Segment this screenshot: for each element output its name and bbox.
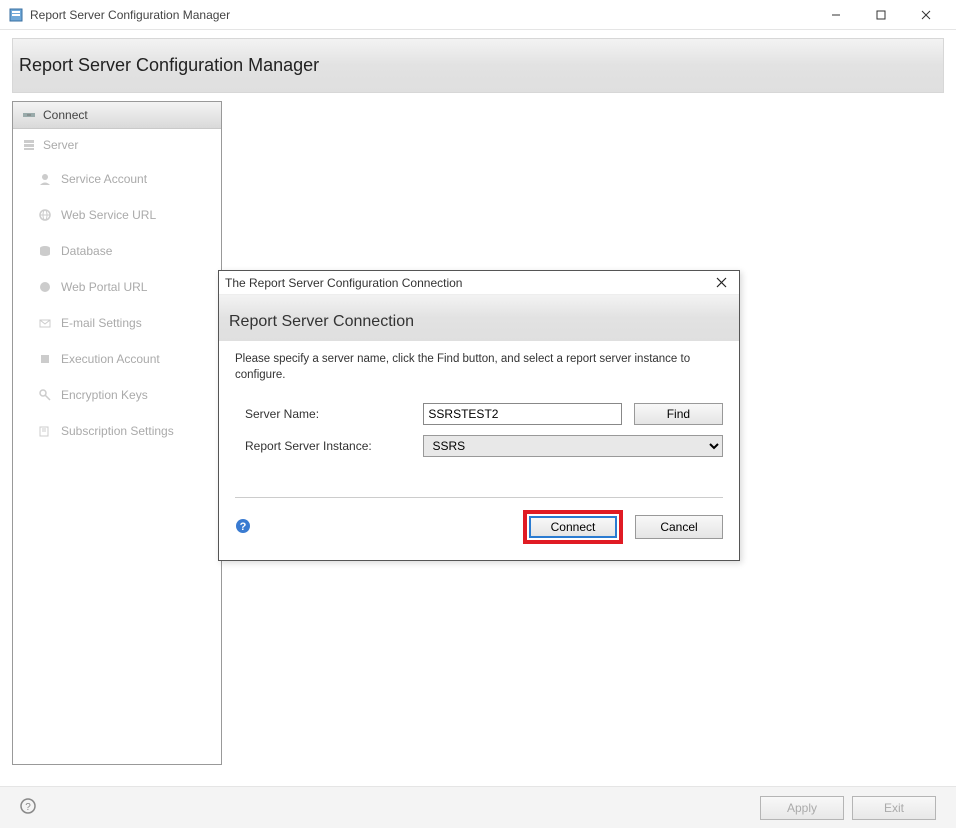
sidebar-item-web-service-url[interactable]: Web Service URL — [13, 197, 221, 233]
connect-highlight: Connect — [523, 510, 623, 544]
subscription-icon — [37, 423, 53, 439]
exit-button[interactable]: Exit — [852, 796, 936, 820]
sidebar-item-label: Service Account — [61, 172, 147, 186]
dialog-body: Please specify a server name, click the … — [219, 341, 739, 560]
sidebar-item-label: E-mail Settings — [61, 316, 142, 330]
connect-icon — [21, 107, 37, 123]
sidebar-item-label: Database — [61, 244, 112, 258]
close-button[interactable] — [903, 0, 948, 30]
connection-dialog: The Report Server Configuration Connecti… — [218, 270, 740, 561]
dialog-close-button[interactable] — [709, 273, 733, 293]
minimize-button[interactable] — [813, 0, 858, 30]
instance-select[interactable]: SSRS — [423, 435, 723, 457]
dialog-title: The Report Server Configuration Connecti… — [225, 276, 709, 290]
database-icon — [37, 243, 53, 259]
key-icon — [37, 387, 53, 403]
apply-button[interactable]: Apply — [760, 796, 844, 820]
app-icon — [8, 7, 24, 23]
dialog-actions: ? Connect Cancel — [235, 510, 723, 544]
instance-row: Report Server Instance: SSRS — [235, 435, 723, 457]
maximize-button[interactable] — [858, 0, 903, 30]
svg-text:?: ? — [25, 802, 31, 813]
sidebar-item-label: Web Service URL — [61, 208, 156, 222]
sidebar-item-web-portal-url[interactable]: Web Portal URL — [13, 269, 221, 305]
server-icon — [21, 137, 37, 153]
server-name-row: Server Name: Find — [235, 403, 723, 425]
dialog-instruction: Please specify a server name, click the … — [235, 351, 723, 383]
sidebar-item-subscription-settings[interactable]: Subscription Settings — [13, 413, 221, 449]
sidebar-item-label: Subscription Settings — [61, 424, 174, 438]
page-title: Report Server Configuration Manager — [19, 55, 319, 76]
sidebar-item-email-settings[interactable]: E-mail Settings — [13, 305, 221, 341]
window-titlebar: Report Server Configuration Manager — [0, 0, 956, 30]
sidebar-item-service-account[interactable]: Service Account — [13, 161, 221, 197]
sidebar-item-label: Execution Account — [61, 352, 160, 366]
cancel-button[interactable]: Cancel — [635, 515, 723, 539]
server-name-label: Server Name: — [245, 407, 423, 421]
mail-icon — [37, 315, 53, 331]
dialog-header: Report Server Connection — [219, 295, 739, 341]
help-icon[interactable]: ? — [235, 518, 251, 537]
help-icon[interactable]: ? — [20, 798, 36, 817]
svg-text:?: ? — [240, 521, 247, 533]
sidebar-item-label: Encryption Keys — [61, 388, 148, 402]
window-title: Report Server Configuration Manager — [30, 8, 813, 22]
sidebar-item-database[interactable]: Database — [13, 233, 221, 269]
sidebar-item-encryption-keys[interactable]: Encryption Keys — [13, 377, 221, 413]
find-button[interactable]: Find — [634, 403, 723, 425]
sidebar-connect-label: Connect — [43, 108, 88, 122]
instance-label: Report Server Instance: — [245, 439, 423, 453]
sidebar-item-execution-account[interactable]: Execution Account — [13, 341, 221, 377]
dialog-divider — [235, 497, 723, 498]
server-name-input[interactable] — [423, 403, 621, 425]
sidebar-connect[interactable]: Connect — [13, 102, 221, 129]
header-banner: Report Server Configuration Manager — [12, 38, 944, 93]
globe-icon — [37, 279, 53, 295]
window-controls — [813, 0, 948, 30]
sidebar-server-label: Server — [43, 138, 78, 152]
account-icon — [37, 351, 53, 367]
footer: ? Apply Exit — [0, 786, 956, 828]
user-icon — [37, 171, 53, 187]
globe-icon — [37, 207, 53, 223]
connect-button[interactable]: Connect — [529, 516, 617, 538]
sidebar-item-label: Web Portal URL — [61, 280, 147, 294]
dialog-titlebar: The Report Server Configuration Connecti… — [219, 271, 739, 295]
sidebar: Connect Server Service Account Web Servi… — [12, 101, 222, 765]
dialog-header-title: Report Server Connection — [229, 313, 729, 331]
sidebar-server[interactable]: Server — [13, 129, 221, 161]
